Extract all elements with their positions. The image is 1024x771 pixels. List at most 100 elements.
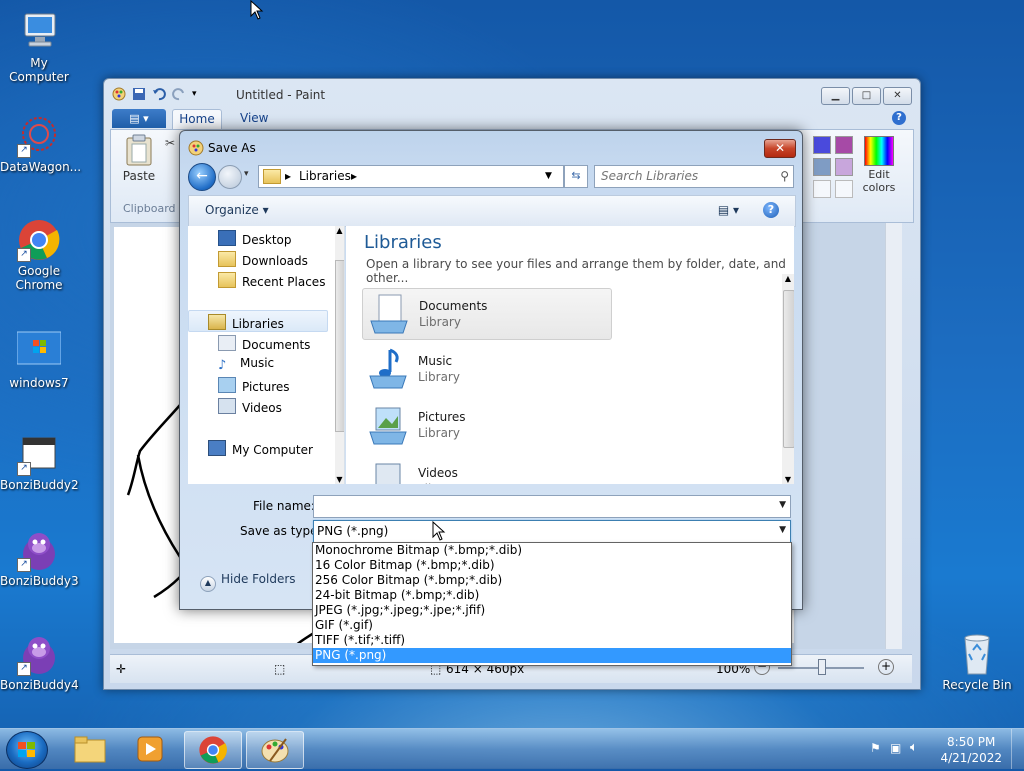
color-swatch-empty[interactable] bbox=[813, 180, 831, 198]
color-swatch-steel[interactable] bbox=[813, 158, 831, 176]
color-swatch-blue[interactable] bbox=[813, 136, 831, 154]
start-button[interactable] bbox=[6, 731, 48, 769]
taskbar: ⚑ ▣ 🔈︎ 8:50 PM 4/21/2022 bbox=[0, 728, 1024, 769]
recent-pages-dropdown[interactable]: ▾ bbox=[244, 169, 249, 179]
desktop-icon-my-computer[interactable]: My Computer bbox=[0, 10, 78, 84]
type-option-24-bit-bmp[interactable]: 24-bit Bitmap (*.bmp;*.dib) bbox=[313, 588, 791, 603]
library-item-music[interactable]: Music Library bbox=[362, 344, 610, 394]
library-item-videos[interactable]: Videos Library bbox=[362, 456, 610, 484]
save-as-type-dropdown-icon[interactable]: ▼ bbox=[779, 525, 786, 535]
cut-icon[interactable]: ✂ bbox=[165, 136, 175, 150]
tab-home[interactable]: Home bbox=[172, 109, 222, 129]
library-item-pictures[interactable]: Pictures Library bbox=[362, 400, 610, 450]
file-name-dropdown-icon[interactable]: ▼ bbox=[779, 500, 786, 510]
ribbon-tabs: ▤ ▾ Home View ? bbox=[110, 109, 912, 129]
redo-icon[interactable] bbox=[172, 87, 186, 101]
show-desktop-button[interactable] bbox=[1011, 729, 1024, 769]
edit-colors-button[interactable]: Edit colors bbox=[855, 134, 903, 194]
minimize-button[interactable]: ▁ bbox=[821, 87, 850, 105]
file-name-field[interactable]: ▼ bbox=[313, 495, 791, 518]
action-center-icon[interactable]: ⚑ bbox=[870, 741, 881, 755]
nav-item-desktop[interactable]: Desktop bbox=[218, 230, 292, 247]
desktop-icon-bonzibuddy3[interactable]: ↗ BonziBuddy3 bbox=[0, 528, 79, 588]
help-icon[interactable]: ? bbox=[892, 111, 906, 125]
nav-item-recent-places[interactable]: Recent Places bbox=[218, 272, 325, 289]
forward-button[interactable] bbox=[218, 165, 242, 189]
paint-titlebar[interactable]: ▾ Untitled - Paint ▁ □ ✕ bbox=[104, 79, 920, 109]
breadcrumb-libraries[interactable]: Libraries bbox=[299, 169, 351, 183]
gorilla-icon: ↗ bbox=[17, 632, 61, 676]
address-dropdown-icon[interactable]: ▼ bbox=[545, 171, 552, 181]
content-scroll-up-arrow[interactable]: ▲ bbox=[782, 274, 794, 283]
color-swatch-purple[interactable] bbox=[835, 136, 853, 154]
taskbar-chrome[interactable] bbox=[184, 731, 242, 769]
desktop-icon-recycle-bin[interactable]: Recycle Bin bbox=[938, 632, 1016, 692]
type-option-256-color-bmp[interactable]: 256 Color Bitmap (*.bmp;*.dib) bbox=[313, 573, 791, 588]
search-input[interactable] bbox=[595, 166, 771, 185]
canvas-vertical-scrollbar[interactable] bbox=[885, 223, 902, 649]
hide-folders-button[interactable]: ▲ Hide Folders bbox=[200, 572, 296, 592]
color-swatch-lilac[interactable] bbox=[835, 158, 853, 176]
nav-pane-scrollbar[interactable]: ▲ ▼ bbox=[335, 226, 344, 484]
desktop-icon-label: BonziBuddy4 bbox=[0, 678, 79, 692]
network-icon[interactable]: ▣ bbox=[890, 741, 901, 755]
nav-item-libraries[interactable]: Libraries bbox=[208, 314, 284, 331]
documents-icon bbox=[218, 335, 236, 351]
type-option-jpeg[interactable]: JPEG (*.jpg;*.jpeg;*.jpe;*.jfif) bbox=[313, 603, 791, 618]
volume-icon[interactable]: 🔈︎ bbox=[910, 740, 918, 755]
type-option-png[interactable]: PNG (*.png) bbox=[313, 648, 791, 663]
nav-item-my-computer[interactable]: My Computer bbox=[208, 440, 313, 457]
dialog-close-button[interactable]: ✕ bbox=[764, 139, 796, 158]
color-swatch-empty[interactable] bbox=[835, 180, 853, 198]
desktop-icon-bonzibuddy2[interactable]: ↗ BonziBuddy2 bbox=[0, 432, 79, 492]
nav-scroll-down-arrow[interactable]: ▼ bbox=[335, 475, 344, 484]
desktop-icon-bonzibuddy4[interactable]: ↗ BonziBuddy4 bbox=[0, 632, 79, 692]
nav-item-documents[interactable]: Documents bbox=[218, 335, 310, 352]
content-scroll-thumb[interactable] bbox=[783, 290, 794, 448]
save-icon[interactable] bbox=[132, 87, 146, 101]
content-scrollbar[interactable]: ▲ ▼ bbox=[782, 274, 794, 484]
refresh-button[interactable]: ⇆ bbox=[564, 165, 588, 188]
zoom-in-button[interactable]: + bbox=[878, 659, 894, 675]
breadcrumb-arrow-icon[interactable]: ▸ bbox=[285, 169, 291, 183]
organize-button[interactable]: Organize ▾ bbox=[205, 203, 269, 217]
paste-button[interactable]: Paste bbox=[117, 134, 161, 188]
nav-scroll-thumb[interactable] bbox=[335, 260, 344, 432]
clock[interactable]: 8:50 PM 4/21/2022 bbox=[940, 734, 1002, 766]
nav-label: Desktop bbox=[242, 233, 292, 247]
breadcrumb-arrow-icon[interactable]: ▸ bbox=[351, 169, 357, 183]
content-scroll-down-arrow[interactable]: ▼ bbox=[782, 475, 794, 484]
paint-menu-button[interactable]: ▤ ▾ bbox=[112, 109, 166, 128]
nav-item-videos[interactable]: Videos bbox=[218, 398, 282, 415]
desktop-icon-google-chrome[interactable]: ↗ Google Chrome bbox=[0, 218, 78, 292]
desktop-icon-windows7[interactable]: windows7 bbox=[0, 330, 78, 390]
close-button[interactable]: ✕ bbox=[883, 87, 912, 105]
taskbar-media-player[interactable] bbox=[122, 731, 178, 767]
undo-icon[interactable] bbox=[152, 87, 166, 101]
library-item-documents[interactable]: Documents Library bbox=[362, 288, 612, 340]
taskbar-paint[interactable] bbox=[246, 731, 304, 769]
type-option-gif[interactable]: GIF (*.gif) bbox=[313, 618, 791, 633]
type-option-16-color-bmp[interactable]: 16 Color Bitmap (*.bmp;*.dib) bbox=[313, 558, 791, 573]
file-name-input[interactable] bbox=[314, 496, 768, 515]
nav-item-music[interactable]: ♪ Music bbox=[218, 356, 274, 373]
customize-qat-icon[interactable]: ▾ bbox=[192, 87, 206, 101]
nav-item-pictures[interactable]: Pictures bbox=[218, 377, 290, 394]
nav-item-downloads[interactable]: Downloads bbox=[218, 251, 308, 268]
back-button[interactable]: ← bbox=[188, 163, 216, 191]
save-as-type-select[interactable]: PNG (*.png) ▼ bbox=[313, 520, 791, 543]
nav-scroll-up-arrow[interactable]: ▲ bbox=[335, 226, 344, 235]
edit-colors-label: Edit bbox=[868, 168, 890, 181]
tab-view[interactable]: View bbox=[240, 111, 268, 125]
desktop-icon-datawagon[interactable]: ↗ DataWagon... bbox=[0, 114, 81, 174]
maximize-button[interactable]: □ bbox=[852, 87, 881, 105]
search-box[interactable]: ⚲ bbox=[594, 165, 794, 188]
type-option-tiff[interactable]: TIFF (*.tif;*.tiff) bbox=[313, 633, 791, 648]
zoom-slider-thumb[interactable] bbox=[818, 659, 826, 675]
help-icon[interactable]: ? bbox=[763, 202, 779, 218]
address-bar[interactable]: ▸ Libraries ▸ ▼ bbox=[258, 165, 564, 188]
type-option-monochrome-bmp[interactable]: Monochrome Bitmap (*.bmp;*.dib) bbox=[313, 543, 791, 558]
search-icon[interactable]: ⚲ bbox=[780, 169, 789, 183]
taskbar-explorer[interactable] bbox=[62, 731, 118, 767]
change-view-button[interactable]: ▤ ▾ bbox=[718, 203, 739, 217]
